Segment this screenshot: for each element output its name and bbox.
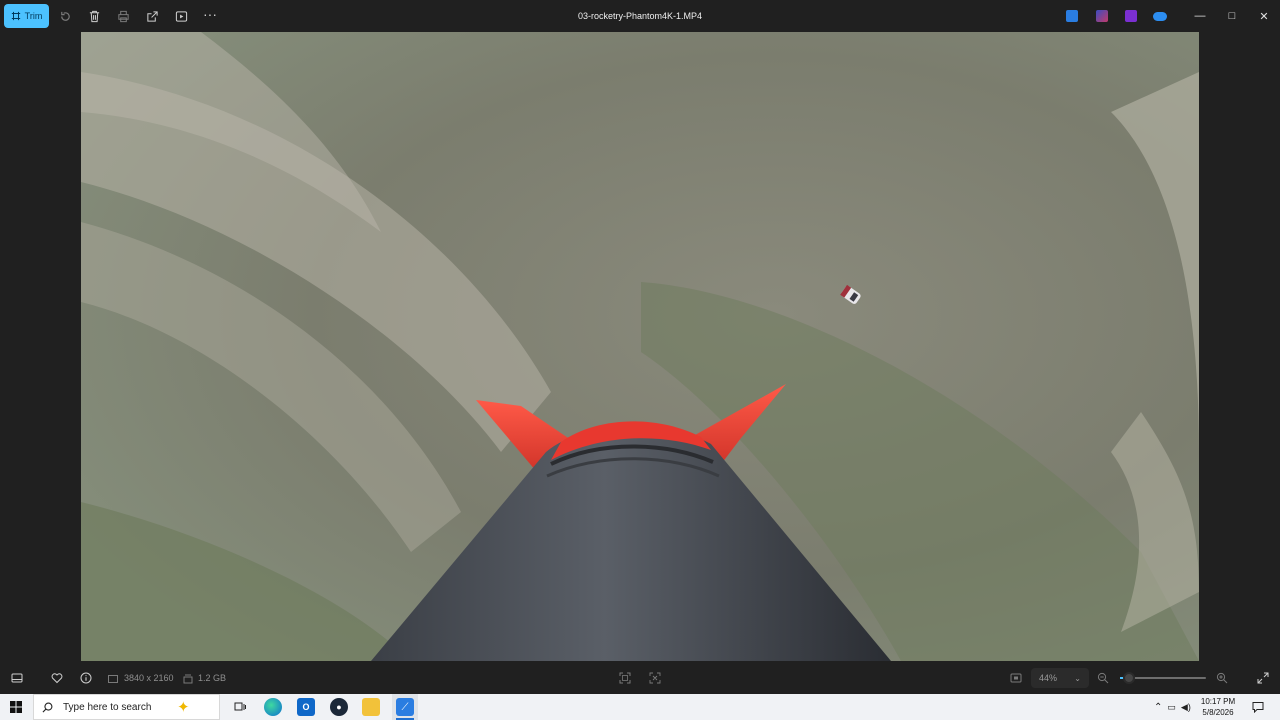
taskbar-clock[interactable]: 10:17 PM 5/8/2026 — [1196, 696, 1240, 718]
print-icon[interactable] — [115, 8, 131, 24]
windows-logo-icon — [10, 701, 22, 713]
system-tray[interactable]: ⌃ ▭ ◀) — [1154, 694, 1191, 720]
chevron-up-icon[interactable]: ⌃ — [1154, 702, 1162, 713]
zoom-level-dropdown[interactable]: 44% ⌄ — [1031, 668, 1089, 688]
info-icon[interactable] — [78, 670, 94, 686]
search-highlight-icon: ✦ — [177, 699, 190, 716]
zoom-in-icon[interactable] — [1214, 670, 1230, 686]
chevron-down-icon: ⌄ — [1074, 673, 1081, 683]
steam-icon[interactable]: ● — [330, 698, 348, 716]
trim-label: Trim — [24, 11, 43, 21]
file-size-icon — [180, 671, 196, 687]
zoom-level-value: 44% — [1039, 673, 1058, 683]
delete-icon[interactable] — [86, 8, 102, 24]
rocket-camera-view — [81, 32, 1199, 661]
zoom-fit-icon[interactable] — [1008, 670, 1024, 686]
favorite-heart-icon[interactable] — [49, 670, 65, 686]
photos-app-window: Trim ··· 03-rocketry-Phantom4K-1.MP4 — □… — [0, 0, 1280, 694]
fit-to-window-icon[interactable] — [617, 670, 633, 686]
notifications-icon[interactable] — [1252, 694, 1264, 720]
resolution-icon — [105, 671, 121, 687]
photos-taskbar-icon[interactable]: ⟋ — [396, 698, 414, 716]
onedrive-icon[interactable] — [1153, 12, 1167, 21]
window-title: 03-rocketry-Phantom4K-1.MP4 — [577, 11, 703, 21]
photos-app-icon[interactable] — [1066, 10, 1078, 22]
search-icon — [42, 702, 53, 712]
taskbar-search-box[interactable]: Type here to search ✦ — [33, 694, 220, 720]
start-button[interactable] — [0, 694, 32, 720]
search-placeholder: Type here to search — [63, 701, 152, 713]
clock-date: 5/8/2026 — [1202, 708, 1234, 717]
file-size-text: 1.2 GB — [198, 673, 227, 683]
file-explorer-icon[interactable] — [362, 698, 380, 716]
zoom-out-icon[interactable] — [1095, 670, 1111, 686]
filmstrip-icon[interactable] — [9, 670, 25, 686]
edge-browser-icon[interactable] — [264, 698, 282, 716]
video-editor-icon[interactable] — [1125, 10, 1137, 22]
task-view-icon[interactable] — [231, 698, 249, 716]
outlook-icon[interactable]: O — [297, 698, 315, 716]
clipchamp-icon[interactable] — [1096, 10, 1108, 22]
trim-icon — [11, 11, 20, 21]
actual-size-icon[interactable] — [647, 670, 663, 686]
minimize-button[interactable]: — — [1192, 8, 1208, 24]
zoom-slider-thumb[interactable] — [1122, 672, 1135, 684]
windows-taskbar: Type here to search ✦ O ● ⟋ ⌃ ▭ ◀) 10:17… — [0, 694, 1280, 720]
maximize-button[interactable]: □ — [1224, 8, 1240, 24]
video-frame[interactable] — [81, 32, 1199, 661]
more-icon[interactable]: ··· — [202, 6, 218, 22]
resolution-text: 3840 x 2160 — [124, 673, 174, 683]
close-button[interactable]: ✕ — [1256, 8, 1272, 24]
rotate-icon[interactable] — [57, 8, 73, 24]
trim-button[interactable]: Trim — [4, 4, 49, 28]
zoom-slider[interactable] — [1120, 672, 1206, 684]
bottom-bar: 3840 x 2160 1.2 GB 44% ⌄ — [0, 661, 1280, 694]
full-screen-icon[interactable] — [1255, 670, 1271, 686]
network-icon[interactable]: ▭ — [1167, 702, 1176, 713]
volume-icon[interactable]: ◀) — [1181, 702, 1191, 713]
title-bar: Trim ··· 03-rocketry-Phantom4K-1.MP4 — □… — [0, 0, 1280, 32]
slideshow-icon[interactable] — [173, 8, 189, 24]
share-icon[interactable] — [144, 8, 160, 24]
clock-time: 10:17 PM — [1200, 697, 1236, 706]
